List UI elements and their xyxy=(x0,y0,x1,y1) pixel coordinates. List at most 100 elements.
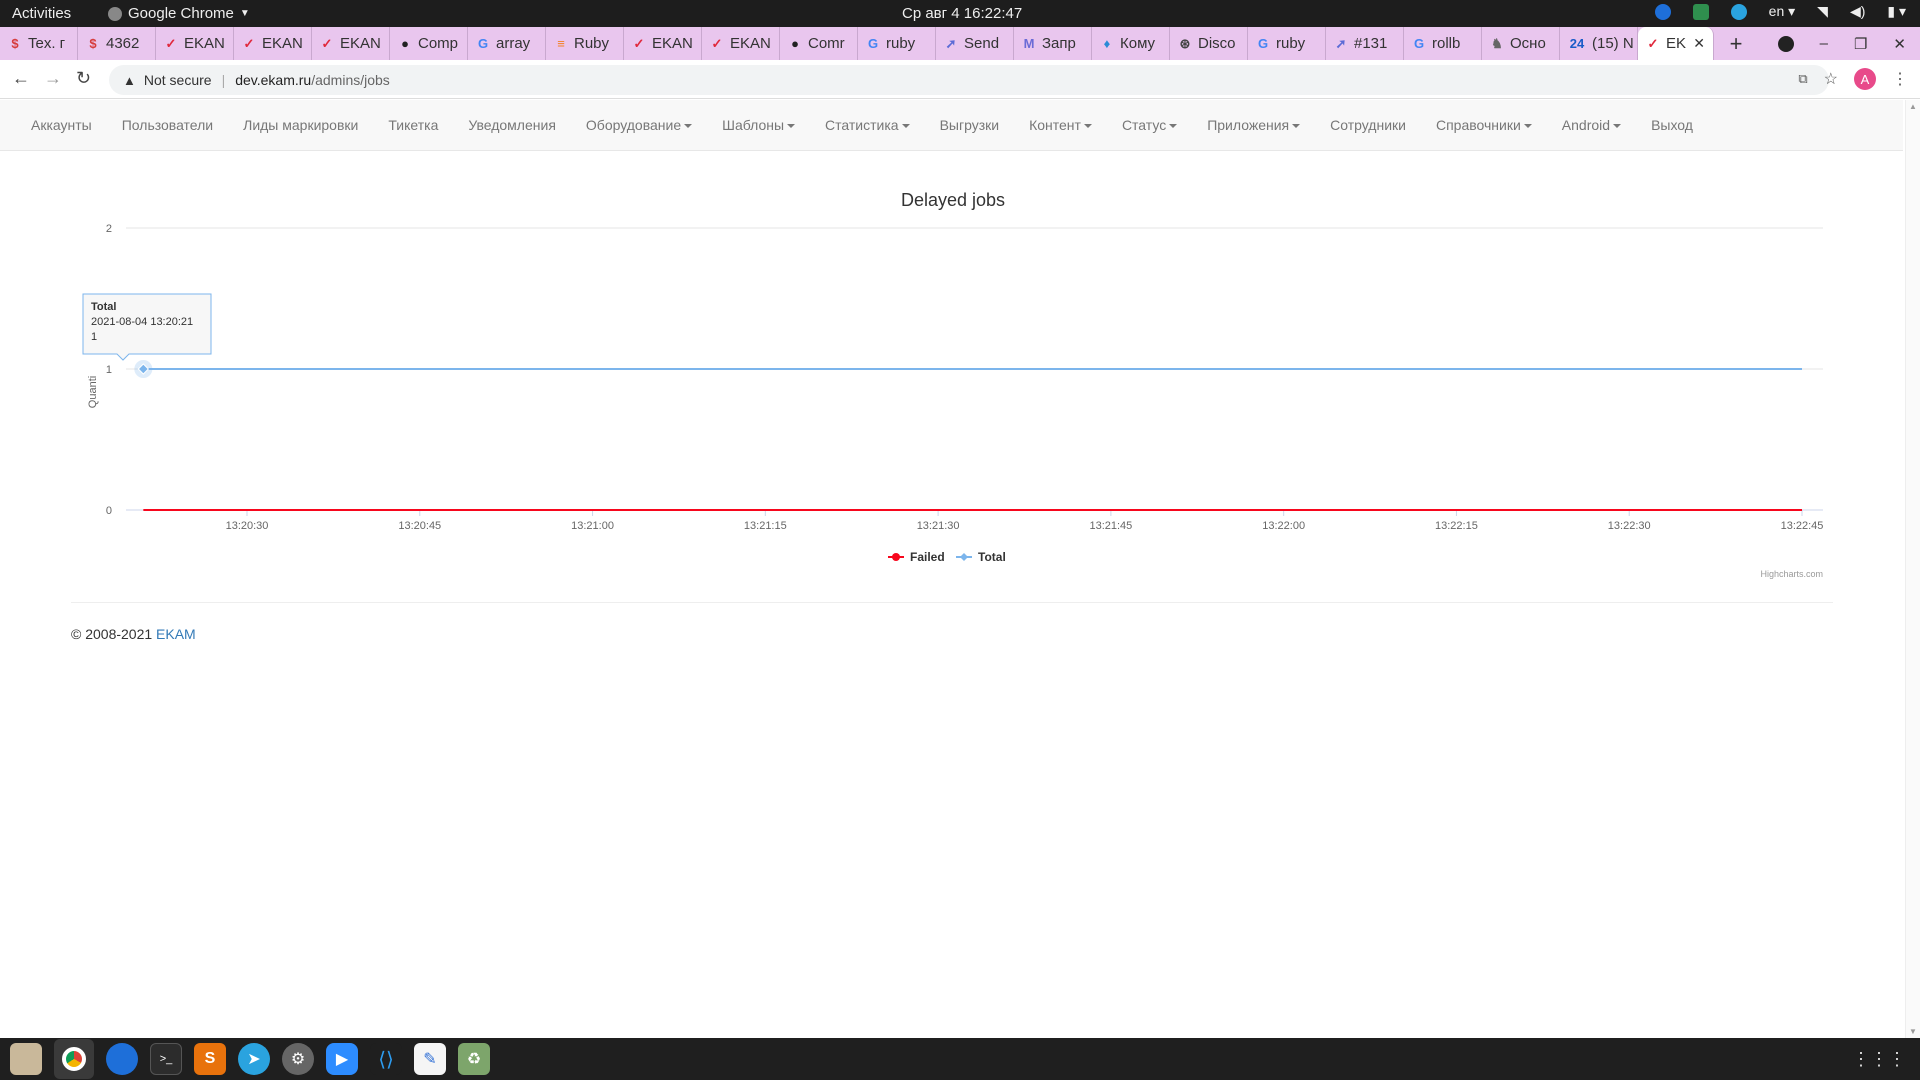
activities-button[interactable]: Activities xyxy=(12,5,71,22)
telegram-icon[interactable]: ➤ xyxy=(238,1043,270,1075)
nav-item[interactable]: Сотрудники xyxy=(1315,117,1421,133)
nav-item[interactable]: Выгрузки xyxy=(925,117,1015,133)
language-indicator[interactable]: en ▾ xyxy=(1769,3,1796,20)
browser-tab[interactable]: ➚ Send xyxy=(936,27,1014,60)
chrome-menu-icon[interactable]: ⋮ xyxy=(1892,69,1908,89)
translate-icon[interactable]: ⧉ xyxy=(1798,71,1807,87)
teamviewer-icon[interactable] xyxy=(106,1043,138,1075)
y-axis-label: Quanti xyxy=(87,376,99,408)
browser-tab[interactable]: ⊛ Disco xyxy=(1170,27,1248,60)
tab-strip: $ Tex. г $4362 ✓ EKAN ✓ EKAN ✓ EKAN ● Comp Garray ≡ R… xyxy=(0,27,1920,60)
check-icon: ✓ xyxy=(243,35,255,51)
browser-tab[interactable]: ♞ Осно xyxy=(1482,27,1560,60)
browser-tab[interactable]: ● Comp xyxy=(390,27,468,60)
admin-navbar: Аккаунты Пользователи Лиды маркировки Тикет… xyxy=(0,100,1903,151)
nav-item[interactable]: Android xyxy=(1547,117,1636,133)
caret-down-icon xyxy=(1292,124,1301,129)
nav-item[interactable]: Тикетка xyxy=(373,117,453,133)
chart-title: Delayed jobs xyxy=(901,190,1005,210)
tab-search-icon[interactable] xyxy=(1777,35,1794,52)
vscode-icon[interactable]: ⟨⟩ xyxy=(370,1043,402,1075)
legend-label-failed[interactable]: Failed xyxy=(910,550,945,564)
highcharts-credits[interactable]: Highcharts.com xyxy=(1760,569,1823,579)
clock[interactable]: Ср авг 4 16:22:47 xyxy=(902,5,1022,22)
minimize-icon[interactable]: – xyxy=(1820,35,1828,52)
text-editor-icon[interactable]: ✎ xyxy=(414,1043,446,1075)
telegram-tray-icon[interactable] xyxy=(1730,3,1747,20)
nav-item[interactable]: Приложения xyxy=(1192,117,1315,133)
browser-tab[interactable]: ✓ EKAN xyxy=(234,27,312,60)
terminal-icon[interactable]: >_ xyxy=(150,1043,182,1075)
address-bar[interactable]: ▲ Not secure | dev.ekam.ru/admins/jobs xyxy=(109,65,1829,95)
volume-icon[interactable]: ◀) xyxy=(1850,3,1865,20)
browser-tab[interactable]: ✓ EKAN xyxy=(312,27,390,60)
browser-tab[interactable]: $ Tex. г xyxy=(0,27,78,60)
browser-tab[interactable]: ➚ #131 xyxy=(1326,27,1404,60)
sublime-icon[interactable]: S xyxy=(194,1043,226,1075)
nav-item[interactable]: Пользователи xyxy=(107,117,228,133)
zoom-icon[interactable]: ▶ xyxy=(326,1043,358,1075)
nav-item[interactable]: Статистика xyxy=(810,117,925,133)
files-icon[interactable] xyxy=(10,1043,42,1075)
forward-arrow-icon[interactable]: → xyxy=(44,68,62,89)
teamviewer-tray-icon[interactable] xyxy=(1654,3,1671,20)
nav-item[interactable]: Лиды маркировки xyxy=(228,117,373,133)
nav-item[interactable]: Аккаунты xyxy=(16,117,107,133)
browser-tab[interactable]: ✓ EKAN xyxy=(156,27,234,60)
warning-icon[interactable]: ▲ xyxy=(123,73,136,88)
close-tab-icon[interactable]: ✕ xyxy=(1693,35,1705,52)
browser-tab[interactable]: $4362 xyxy=(78,27,156,60)
tab-label: array xyxy=(496,35,531,52)
nav-item-label: Оборудование xyxy=(585,117,682,133)
scroll-up-icon[interactable]: ▲ xyxy=(1909,102,1917,111)
nav-item[interactable]: Статус xyxy=(1107,117,1192,133)
github-icon: ● xyxy=(401,36,409,51)
scroll-down-icon[interactable]: ▼ xyxy=(1909,1027,1917,1036)
nav-item-label: Выгрузки xyxy=(939,117,1000,133)
browser-tab[interactable]: ● Comr xyxy=(780,27,858,60)
bookmark-star-icon[interactable]: ☆ xyxy=(1824,69,1838,89)
reload-icon[interactable]: ↻ xyxy=(76,68,91,89)
profile-avatar[interactable]: A xyxy=(1854,68,1876,90)
nav-item[interactable]: Оборудование xyxy=(571,117,707,133)
trash-icon[interactable]: ♻ xyxy=(458,1043,490,1075)
nav-item[interactable]: Шаблоны xyxy=(707,117,810,133)
google-icon: G xyxy=(1257,36,1269,51)
browser-tab[interactable]: Grollb xyxy=(1404,27,1482,60)
x-tick-label: 13:21:00 xyxy=(571,520,614,532)
browser-tab[interactable]: 24 (15) N xyxy=(1560,27,1638,60)
nav-item[interactable]: Контент xyxy=(1014,117,1107,133)
nav-item-label: Статус xyxy=(1121,117,1167,133)
security-status[interactable]: Not secure xyxy=(144,72,212,88)
stack-icon: ≡ xyxy=(557,36,565,51)
vertical-scrollbar[interactable]: ▲ ▼ xyxy=(1905,100,1920,1038)
browser-tab[interactable]: ✓ EKAN xyxy=(702,27,780,60)
tab-active[interactable]: ✓ EK ✕ xyxy=(1638,27,1714,60)
shield-tray-icon[interactable] xyxy=(1692,3,1709,20)
browser-tab[interactable]: ✓ EKAN xyxy=(624,27,702,60)
restore-icon[interactable]: ❐ xyxy=(1854,35,1867,53)
wifi-icon[interactable]: ◥ xyxy=(1817,3,1828,20)
chrome-dock-icon[interactable] xyxy=(54,1039,94,1079)
close-window-icon[interactable]: ✕ xyxy=(1893,35,1906,53)
legend-label-total[interactable]: Total xyxy=(978,550,1006,564)
nav-item[interactable]: Уведомления xyxy=(453,117,571,133)
nav-item[interactable]: Справочники xyxy=(1421,117,1547,133)
browser-tab[interactable]: Gruby xyxy=(858,27,936,60)
browser-tab[interactable]: Garray xyxy=(468,27,546,60)
ekam-link[interactable]: EKAM xyxy=(156,626,196,642)
browser-tab[interactable]: Gruby xyxy=(1248,27,1326,60)
show-apps-icon[interactable]: ⋮⋮⋮ xyxy=(1852,1049,1906,1070)
new-tab-button[interactable]: + xyxy=(1714,31,1758,57)
battery-icon[interactable]: ▮ ▾ xyxy=(1887,3,1906,20)
browser-tab[interactable]: M Запр xyxy=(1014,27,1092,60)
app-menu[interactable]: Google Chrome ▼ xyxy=(108,5,250,22)
x-tick-label: 13:22:45 xyxy=(1781,520,1824,532)
nav-item[interactable]: Выход xyxy=(1636,117,1708,133)
browser-tab[interactable]: ♦ Кому xyxy=(1092,27,1170,60)
browser-tab[interactable]: ≡ Ruby xyxy=(546,27,624,60)
settings-icon[interactable]: ⚙ xyxy=(282,1043,314,1075)
nav-item-label: Контент xyxy=(1029,117,1081,133)
back-arrow-icon[interactable]: ← xyxy=(12,68,30,89)
delayed-jobs-chart: Delayed jobs 0 1 2 Quanti 13:20:30 13:20:45 13:… xyxy=(82,190,1824,579)
